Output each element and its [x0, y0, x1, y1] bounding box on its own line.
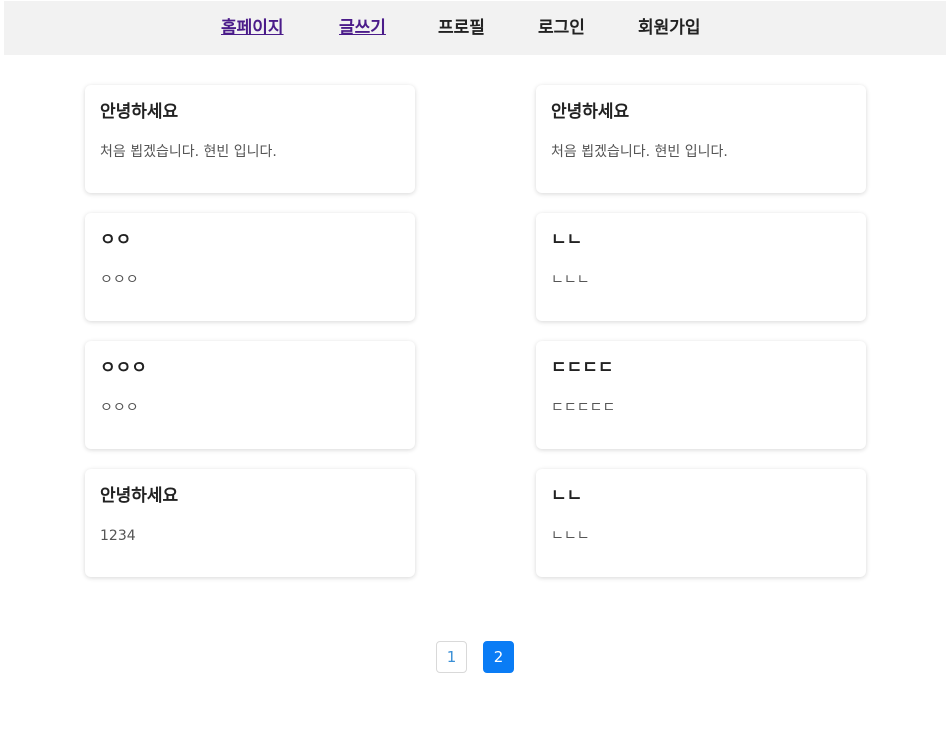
- post-content: 처음 뵙겠습니다. 현빈 입니다.: [100, 144, 277, 160]
- post-title: 안녕하세요: [100, 102, 179, 122]
- nav-link-home[interactable]: 홈페이지: [221, 17, 284, 39]
- post-title: ㄴㄴ: [551, 486, 583, 506]
- navbar: 홈페이지 글쓰기 프로필 로그인 회원가입: [4, 1, 946, 55]
- post-card[interactable]: 안녕하세요 처음 뵙겠습니다. 현빈 입니다.: [536, 85, 866, 193]
- post-card[interactable]: ㅇㅇ ㅇㅇㅇ: [85, 213, 415, 321]
- post-content: 처음 뵙겠습니다. 현빈 입니다.: [551, 144, 728, 160]
- post-content: ㄴㄴㄴ: [551, 528, 590, 544]
- post-content: ㄷㄷㄷㄷㄷ: [551, 400, 616, 416]
- post-card[interactable]: ㄷㄷㄷㄷ ㄷㄷㄷㄷㄷ: [536, 341, 866, 449]
- nav-link-write[interactable]: 글쓰기: [339, 17, 386, 39]
- nav-link-login[interactable]: 로그인: [538, 17, 585, 39]
- post-title: ㅇㅇㅇ: [100, 358, 147, 378]
- post-card[interactable]: ㅇㅇㅇ ㅇㅇㅇ: [85, 341, 415, 449]
- pagination-page-2-current[interactable]: 2: [483, 641, 514, 673]
- post-card[interactable]: 안녕하세요 처음 뵙겠습니다. 현빈 입니다.: [85, 85, 415, 193]
- post-card[interactable]: ㄴㄴ ㄴㄴㄴ: [536, 213, 866, 321]
- nav-link-profile[interactable]: 프로필: [438, 17, 485, 39]
- post-title: ㅇㅇ: [100, 230, 132, 250]
- nav-link-signup[interactable]: 회원가입: [638, 17, 701, 39]
- post-content: ㅇㅇㅇ: [100, 272, 139, 288]
- post-title: ㄷㄷㄷㄷ: [551, 358, 614, 378]
- pagination-page-1[interactable]: 1: [436, 641, 467, 673]
- post-title: 안녕하세요: [100, 486, 179, 506]
- post-card[interactable]: 안녕하세요 1234: [85, 469, 415, 577]
- post-card[interactable]: ㄴㄴ ㄴㄴㄴ: [536, 469, 866, 577]
- post-title: ㄴㄴ: [551, 230, 583, 250]
- post-title: 안녕하세요: [551, 102, 630, 122]
- post-content: ㅇㅇㅇ: [100, 400, 139, 416]
- post-content: ㄴㄴㄴ: [551, 272, 590, 288]
- post-content: 1234: [100, 528, 136, 544]
